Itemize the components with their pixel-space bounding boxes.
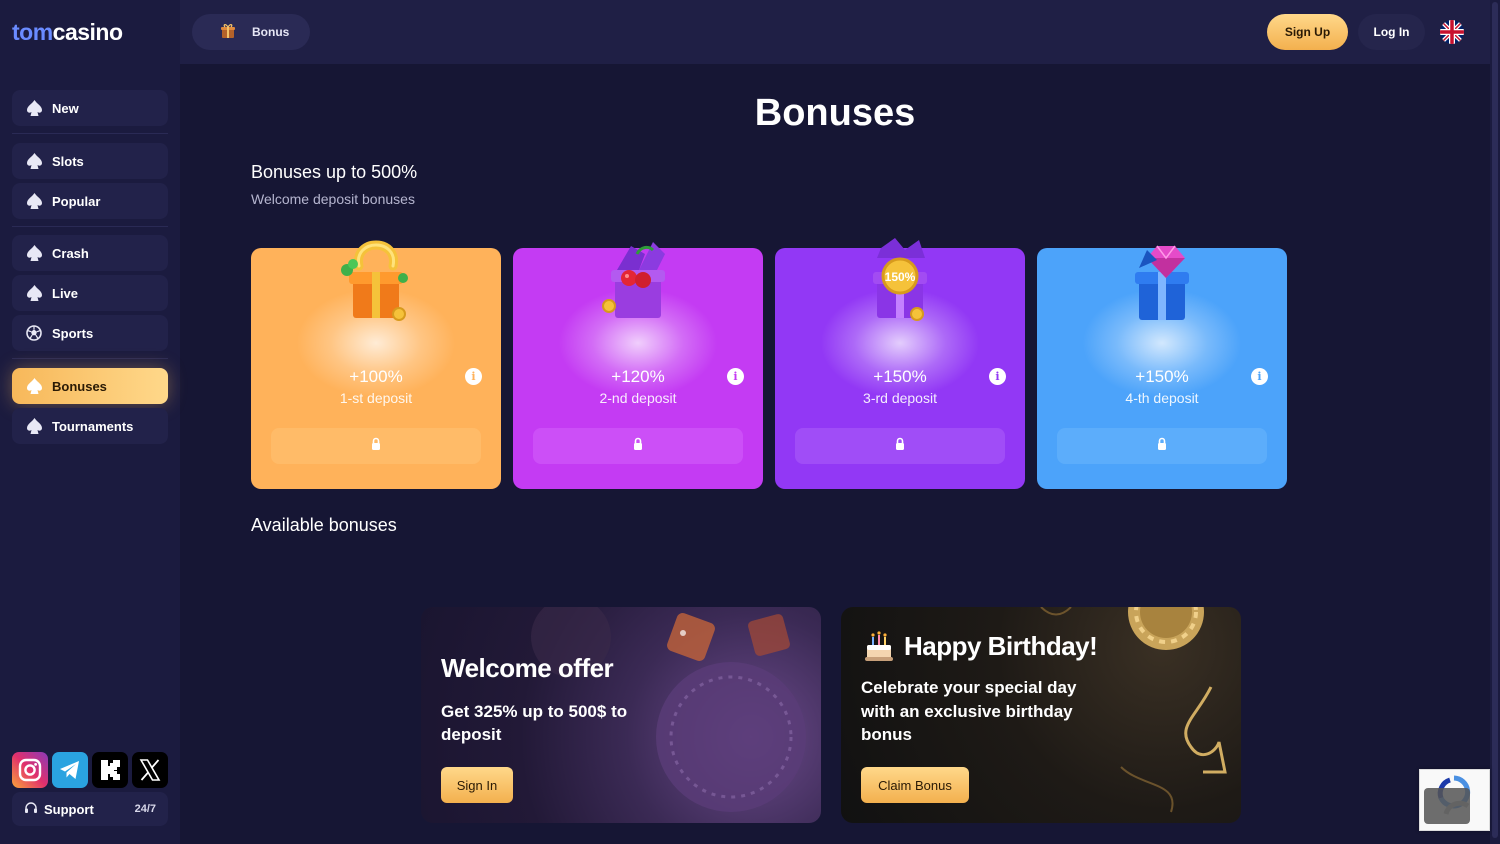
bonus-pill-label: Bonus	[252, 25, 290, 39]
locked-claim-button[interactable]	[1057, 428, 1267, 464]
sidebar-item-label: Live	[52, 285, 79, 301]
deposit-card-2[interactable]: +120% 2-nd deposit i	[513, 242, 763, 489]
sidebar-item-label: Bonuses	[52, 378, 107, 394]
deposit-card-1[interactable]: +100% 1-st deposit i	[251, 240, 501, 489]
welcome-offer-card: Welcome offer Get 325% up to 500$ to dep…	[421, 607, 821, 823]
sidebar-item-label: Crash	[52, 245, 89, 261]
sidebar-item-label: Popular	[52, 193, 101, 209]
locked-claim-button[interactable]	[795, 428, 1005, 464]
instagram-icon[interactable]	[12, 752, 48, 788]
promo-description-line2: deposit	[441, 725, 502, 744]
promo-description-line2: with an exclusive birthday	[861, 702, 1073, 721]
lock-icon	[371, 437, 381, 455]
cherry-gift-icon	[602, 242, 665, 318]
promo-description-line1: Get 325% up to 500$ to	[441, 702, 628, 721]
info-icon[interactable]: i	[989, 368, 1006, 385]
lock-icon	[895, 437, 905, 455]
spade-icon	[26, 100, 42, 116]
kick-icon[interactable]	[92, 752, 128, 788]
sidebar-item-popular[interactable]: Popular	[12, 183, 168, 219]
sidebar-item-sports[interactable]: Sports	[12, 315, 168, 351]
locked-claim-button[interactable]	[533, 428, 743, 464]
deposit-label: 4-th deposit	[1125, 390, 1199, 406]
spade-icon	[26, 418, 42, 434]
available-bonuses-title: Available bonuses	[251, 515, 397, 535]
logo-casino: casino	[52, 19, 123, 45]
deposit-percent: +120%	[611, 367, 665, 386]
deposit-label: 1-st deposit	[339, 390, 413, 406]
recaptcha-badge[interactable]	[1419, 769, 1490, 831]
lock-icon	[1157, 437, 1167, 455]
support-label: Support	[44, 801, 94, 817]
info-icon[interactable]: i	[1251, 368, 1268, 385]
log-in-button[interactable]: Log In	[1358, 14, 1425, 50]
deposit-percent: +100%	[349, 367, 403, 386]
promo-title: Happy Birthday!	[904, 631, 1098, 661]
sidebar: tomcasino New Slots Popular Crash Live S…	[0, 0, 180, 844]
sidebar-item-slots[interactable]: Slots	[12, 143, 168, 179]
logo-tom: tom	[12, 19, 53, 45]
page-scrollbar[interactable]	[1490, 0, 1500, 844]
sidebar-item-bonuses[interactable]: Bonuses	[12, 368, 168, 404]
locked-claim-button[interactable]	[271, 428, 481, 464]
info-icon[interactable]: i	[727, 368, 744, 385]
deposit-label: 3-rd deposit	[863, 390, 937, 406]
bonus-pill-button[interactable]: Bonus	[192, 14, 310, 50]
divider	[12, 226, 168, 227]
divider	[12, 358, 168, 359]
page-title: Bonuses	[754, 92, 916, 134]
spade-icon	[26, 193, 42, 209]
deposit-percent: +150%	[1135, 367, 1189, 386]
coin-text: 150%	[885, 270, 916, 284]
soccer-ball-icon	[26, 325, 42, 341]
section-title: Bonuses up to 500%	[251, 162, 418, 182]
divider	[12, 133, 168, 134]
telegram-icon[interactable]	[52, 752, 88, 788]
deposit-percent: +150%	[873, 367, 927, 386]
promo-title: Welcome offer	[441, 653, 614, 683]
scrollbar-thumb[interactable]	[1492, 2, 1498, 838]
coin-gift-icon: 150%	[873, 238, 927, 321]
spade-icon	[26, 285, 42, 301]
sidebar-item-crash[interactable]: Crash	[12, 235, 168, 271]
support-hours: 24/7	[134, 803, 156, 815]
gift-icon	[220, 23, 236, 42]
claim-bonus-button[interactable]: Claim Bonus	[861, 767, 969, 803]
spade-icon	[26, 153, 42, 169]
deposit-card-4[interactable]: +150% 4-th deposit i	[1037, 245, 1287, 489]
sidebar-item-new[interactable]: New	[12, 90, 168, 126]
logo[interactable]: tomcasino	[12, 19, 123, 46]
sidebar-item-live[interactable]: Live	[12, 275, 168, 311]
headset-icon	[24, 801, 38, 818]
lock-icon	[633, 437, 643, 455]
support-button[interactable]: Support 24/7	[12, 792, 168, 826]
sidebar-item-label: Slots	[52, 153, 84, 169]
deposit-label: 2-nd deposit	[599, 390, 677, 406]
sign-in-button[interactable]: Sign In	[441, 767, 513, 803]
x-icon[interactable]	[132, 752, 168, 788]
top-header: Bonus Sign Up Log In	[180, 0, 1490, 64]
sidebar-item-label: Sports	[52, 325, 94, 341]
birthday-bonus-card: Happy Birthday! Celebrate your special d…	[841, 607, 1241, 823]
uk-flag-icon[interactable]	[1440, 20, 1464, 44]
promo-description-line3: bonus	[861, 725, 912, 744]
birthday-cake-icon	[863, 629, 895, 668]
section-subtitle: Welcome deposit bonuses	[251, 191, 415, 207]
spade-icon	[26, 245, 42, 261]
gem-gift-icon	[1135, 245, 1189, 320]
recaptcha-icon	[1424, 775, 1471, 824]
sidebar-item-label: Tournaments	[52, 418, 134, 434]
sign-up-button[interactable]: Sign Up	[1267, 14, 1348, 50]
promo-description-line1: Celebrate your special day	[861, 678, 1077, 697]
horseshoe-gift-icon	[341, 240, 408, 321]
sidebar-item-tournaments[interactable]: Tournaments	[12, 408, 168, 444]
social-links	[12, 752, 168, 788]
spade-icon	[26, 378, 42, 394]
sidebar-item-label: New	[52, 100, 79, 116]
deposit-card-3[interactable]: 150% +150% 3-rd deposit i	[775, 238, 1025, 489]
info-icon[interactable]: i	[465, 368, 482, 385]
